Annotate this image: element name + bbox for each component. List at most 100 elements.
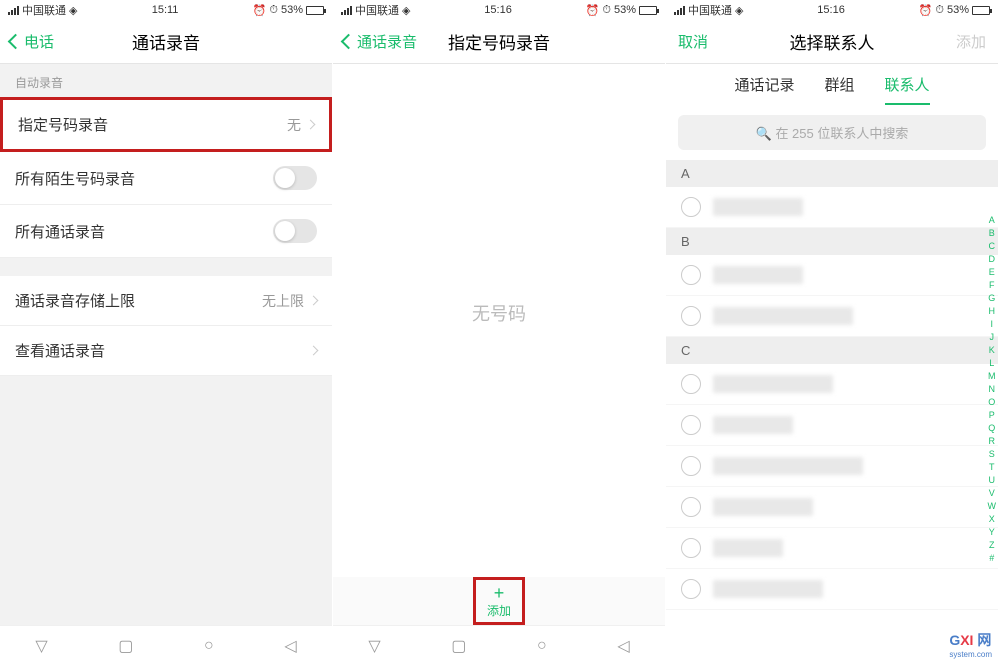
content-area: 自动录音 指定号码录音 无 所有陌生号码录音 所有通话录音 通话录音存储上限 无… — [0, 64, 332, 625]
cancel-button[interactable]: 取消 — [678, 31, 708, 52]
alpha-O[interactable]: O — [988, 397, 995, 407]
signal-icon — [8, 6, 19, 15]
plus-icon: + — [494, 584, 505, 602]
alpha-F[interactable]: F — [989, 280, 995, 290]
back-icon[interactable]: ◁ — [617, 636, 629, 656]
contact-row[interactable] — [666, 255, 998, 296]
alpha-Q[interactable]: Q — [988, 423, 995, 433]
contact-row[interactable] — [666, 364, 998, 405]
contact-row[interactable] — [666, 296, 998, 337]
alpha-#[interactable]: # — [989, 553, 994, 563]
alpha-A[interactable]: A — [989, 215, 995, 225]
alpha-U[interactable]: U — [989, 475, 996, 485]
alpha-M[interactable]: M — [988, 371, 996, 381]
section-a: A — [666, 160, 998, 187]
item-view-recordings[interactable]: 查看通话录音 — [0, 326, 332, 376]
alpha-K[interactable]: K — [989, 345, 995, 355]
alpha-N[interactable]: N — [989, 384, 996, 394]
radio-icon[interactable] — [681, 538, 701, 558]
clock-icon: ⏱ — [602, 4, 611, 17]
contact-name-blurred — [713, 416, 793, 434]
clock-icon: ⏱ — [269, 4, 278, 17]
item-storage-limit[interactable]: 通话录音存储上限 无上限 — [0, 276, 332, 326]
alpha-B[interactable]: B — [989, 228, 995, 238]
section-c: C — [666, 337, 998, 364]
alpha-P[interactable]: P — [989, 410, 995, 420]
radio-icon[interactable] — [681, 306, 701, 326]
alpha-H[interactable]: H — [989, 306, 996, 316]
alpha-index[interactable]: ABCDEFGHIJKLMNOPQRSTUVWXYZ # — [988, 215, 997, 563]
section-header-auto: 自动录音 — [0, 64, 332, 97]
content-area: 无号码 + 添加 — [333, 64, 665, 625]
item-label: 通话录音存储上限 — [15, 290, 135, 311]
watermark: GXI 网 system.com — [949, 630, 992, 659]
contact-name-blurred — [713, 457, 863, 475]
contact-name-blurred — [713, 580, 823, 598]
back-button[interactable]: 电话 — [10, 31, 54, 52]
contact-row[interactable] — [666, 528, 998, 569]
contact-row[interactable] — [666, 187, 998, 228]
alpha-V[interactable]: V — [989, 488, 995, 498]
radio-icon[interactable] — [681, 374, 701, 394]
alpha-X[interactable]: X — [989, 514, 995, 524]
item-all-calls[interactable]: 所有通话录音 — [0, 205, 332, 258]
chevron-right-icon — [306, 120, 316, 130]
section-b: B — [666, 228, 998, 255]
alpha-Y[interactable]: Y — [989, 527, 995, 537]
add-button-disabled[interactable]: 添加 — [956, 31, 986, 52]
contact-row[interactable] — [666, 569, 998, 610]
radio-icon[interactable] — [681, 415, 701, 435]
search-input[interactable]: 🔍 在 255 位联系人中搜索 — [678, 115, 986, 150]
alpha-T[interactable]: T — [989, 462, 995, 472]
alpha-J[interactable]: J — [990, 332, 995, 342]
alpha-D[interactable]: D — [989, 254, 996, 264]
recent-icon[interactable]: ▢ — [118, 636, 133, 656]
tab-groups[interactable]: 群组 — [824, 74, 854, 105]
alpha-E[interactable]: E — [989, 267, 995, 277]
radio-icon[interactable] — [681, 497, 701, 517]
back-button[interactable]: 通话录音 — [343, 31, 417, 52]
recent-icon[interactable]: ▢ — [451, 636, 466, 656]
contact-row[interactable] — [666, 405, 998, 446]
menu-icon[interactable]: ▽ — [35, 636, 47, 656]
toggle-switch[interactable] — [273, 219, 317, 243]
tab-bar: 通话记录 群组 联系人 — [666, 64, 998, 105]
radio-icon[interactable] — [681, 456, 701, 476]
home-icon[interactable]: ○ — [204, 637, 214, 655]
alpha-I[interactable]: I — [990, 319, 993, 329]
clock-icon: ⏱ — [935, 4, 944, 17]
battery-icon — [639, 6, 657, 15]
alpha-L[interactable]: L — [989, 358, 994, 368]
status-bar: 中国联通 ◈ 15:16 ⏰ ⏱ 53% — [333, 0, 665, 20]
contact-row[interactable] — [666, 446, 998, 487]
alpha-G[interactable]: G — [988, 293, 995, 303]
home-icon[interactable]: ○ — [537, 637, 547, 655]
item-unknown-numbers[interactable]: 所有陌生号码录音 — [0, 152, 332, 205]
content-area: 🔍 在 255 位联系人中搜索 A B C — [666, 105, 998, 665]
nav-bar: 取消 选择联系人 添加 — [666, 20, 998, 64]
battery-percent: 53% — [281, 4, 303, 16]
toggle-switch[interactable] — [273, 166, 317, 190]
battery-percent: 53% — [614, 4, 636, 16]
alpha-C[interactable]: C — [989, 241, 996, 251]
contact-row[interactable] — [666, 487, 998, 528]
alpha-W[interactable]: W — [988, 501, 997, 511]
back-icon[interactable]: ◁ — [284, 636, 296, 656]
alpha-Z[interactable]: Z — [989, 540, 995, 550]
status-time: 15:16 — [484, 4, 512, 16]
status-bar: 中国联通 ◈ 15:11 ⏰ ⏱ 53% — [0, 0, 332, 20]
tab-contacts[interactable]: 联系人 — [885, 74, 930, 105]
tab-call-log[interactable]: 通话记录 — [734, 74, 794, 105]
item-label: 所有陌生号码录音 — [15, 168, 135, 189]
menu-icon[interactable]: ▽ — [368, 636, 380, 656]
status-time: 15:11 — [152, 4, 179, 16]
radio-icon[interactable] — [681, 265, 701, 285]
radio-icon[interactable] — [681, 197, 701, 217]
alpha-R[interactable]: R — [989, 436, 996, 446]
item-specific-number[interactable]: 指定号码录音 无 — [0, 97, 332, 152]
radio-icon[interactable] — [681, 579, 701, 599]
alpha-S[interactable]: S — [989, 449, 995, 459]
battery-icon — [306, 6, 324, 15]
add-button[interactable]: + 添加 — [333, 577, 665, 625]
status-bar: 中国联通 ◈ 15:16 ⏰ ⏱ 53% — [666, 0, 998, 20]
